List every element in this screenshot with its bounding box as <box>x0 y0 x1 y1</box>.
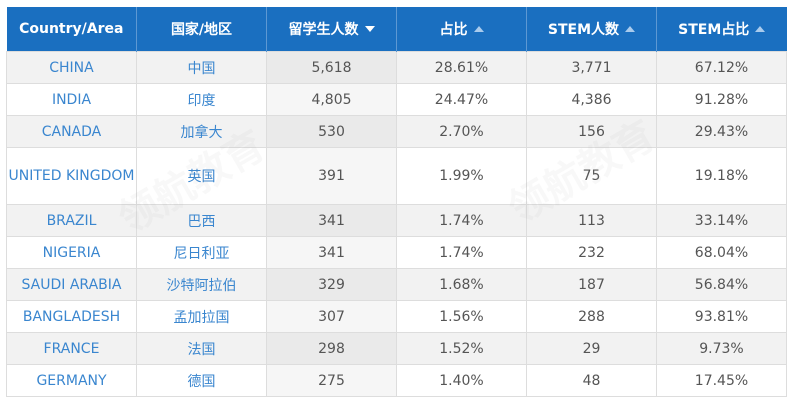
stem-share-cell: 17.45% <box>656 364 787 397</box>
country-cn-cell: 加拿大 <box>136 115 267 148</box>
share-cell: 1.99% <box>396 147 527 205</box>
students-cell: 298 <box>266 332 397 365</box>
country-cn-cell: 中国 <box>136 51 267 84</box>
share-cell: 1.40% <box>396 364 527 397</box>
header-country-cn-label: 国家/地区 <box>170 22 233 38</box>
share-cell: 28.61% <box>396 51 527 84</box>
stem-cell: 4,386 <box>526 83 657 116</box>
stem-share-cell: 68.04% <box>656 236 787 269</box>
students-table: Country/Area 国家/地区 留学生人数 占比 STEM人数 STEM占… <box>6 7 787 397</box>
stem-share-cell: 91.28% <box>656 83 787 116</box>
stem-cell: 75 <box>526 147 657 205</box>
country-cell: CANADA <box>6 115 137 148</box>
students-cell: 391 <box>266 147 397 205</box>
header-stem[interactable]: STEM人数 <box>526 7 657 52</box>
stem-share-cell: 93.81% <box>656 300 787 333</box>
sort-desc-icon[interactable] <box>364 26 375 32</box>
data-table-container: Country/Area 国家/地区 留学生人数 占比 STEM人数 STEM占… <box>0 0 791 408</box>
country-cell: SAUDI ARABIA <box>6 268 137 301</box>
country-cell: GERMANY <box>6 364 137 397</box>
country-cell: INDIA <box>6 83 137 116</box>
country-cell: BRAZIL <box>6 204 137 237</box>
country-cn-cell: 英国 <box>136 147 267 205</box>
header-stem-share-label: STEM占比 <box>678 22 750 38</box>
students-cell: 341 <box>266 204 397 237</box>
header-country-cn[interactable]: 国家/地区 <box>136 7 267 52</box>
stem-cell: 232 <box>526 236 657 269</box>
header-students[interactable]: 留学生人数 <box>266 7 397 52</box>
country-cell: UNITED KINGDOM <box>6 147 137 205</box>
header-stem-share[interactable]: STEM占比 <box>656 7 787 52</box>
students-cell: 275 <box>266 364 397 397</box>
stem-cell: 156 <box>526 115 657 148</box>
table-row: FRANCE 法国 298 1.52% 29 9.73% <box>6 332 787 365</box>
share-cell: 24.47% <box>396 83 527 116</box>
table-row: CANADA 加拿大 530 2.70% 156 29.43% <box>6 115 787 148</box>
country-cn-cell: 法国 <box>136 332 267 365</box>
students-cell: 341 <box>266 236 397 269</box>
stem-share-cell: 67.12% <box>656 51 787 84</box>
share-cell: 1.68% <box>396 268 527 301</box>
country-cn-cell: 沙特阿拉伯 <box>136 268 267 301</box>
sort-asc-icon[interactable] <box>755 26 766 32</box>
country-cn-cell: 尼日利亚 <box>136 236 267 269</box>
share-cell: 1.74% <box>396 204 527 237</box>
country-cn-cell: 孟加拉国 <box>136 300 267 333</box>
students-cell: 530 <box>266 115 397 148</box>
students-cell: 4,805 <box>266 83 397 116</box>
students-cell: 307 <box>266 300 397 333</box>
stem-share-cell: 19.18% <box>656 147 787 205</box>
stem-cell: 113 <box>526 204 657 237</box>
header-country[interactable]: Country/Area <box>6 7 137 52</box>
table-row: BANGLADESH 孟加拉国 307 1.56% 288 93.81% <box>6 300 787 333</box>
header-share[interactable]: 占比 <box>396 7 527 52</box>
stem-cell: 3,771 <box>526 51 657 84</box>
table-header-row: Country/Area 国家/地区 留学生人数 占比 STEM人数 STEM占… <box>6 7 787 52</box>
header-share-label: 占比 <box>439 22 468 38</box>
share-cell: 1.56% <box>396 300 527 333</box>
country-cell: FRANCE <box>6 332 137 365</box>
header-country-label: Country/Area <box>19 21 124 37</box>
header-students-label: 留学生人数 <box>288 22 359 38</box>
table-row: SAUDI ARABIA 沙特阿拉伯 329 1.68% 187 56.84% <box>6 268 787 301</box>
country-cn-cell: 巴西 <box>136 204 267 237</box>
table-row: CHINA 中国 5,618 28.61% 3,771 67.12% <box>6 51 787 84</box>
stem-cell: 29 <box>526 332 657 365</box>
share-cell: 2.70% <box>396 115 527 148</box>
share-cell: 1.52% <box>396 332 527 365</box>
share-cell: 1.74% <box>396 236 527 269</box>
country-cn-cell: 印度 <box>136 83 267 116</box>
table-row: BRAZIL 巴西 341 1.74% 113 33.14% <box>6 204 787 237</box>
stem-share-cell: 56.84% <box>656 268 787 301</box>
table-row: INDIA 印度 4,805 24.47% 4,386 91.28% <box>6 83 787 116</box>
country-cell: BANGLADESH <box>6 300 137 333</box>
table-row: GERMANY 德国 275 1.40% 48 17.45% <box>6 364 787 397</box>
stem-cell: 48 <box>526 364 657 397</box>
country-cn-cell: 德国 <box>136 364 267 397</box>
country-cell: NIGERIA <box>6 236 137 269</box>
stem-cell: 187 <box>526 268 657 301</box>
stem-share-cell: 33.14% <box>656 204 787 237</box>
header-stem-label: STEM人数 <box>547 22 620 38</box>
country-cell: CHINA <box>6 51 137 84</box>
students-cell: 5,618 <box>266 51 397 84</box>
stem-cell: 288 <box>526 300 657 333</box>
table-row: UNITED KINGDOM 英国 391 1.99% 75 19.18% <box>6 147 787 205</box>
stem-share-cell: 9.73% <box>656 332 787 365</box>
table-row: NIGERIA 尼日利亚 341 1.74% 232 68.04% <box>6 236 787 269</box>
stem-share-cell: 29.43% <box>656 115 787 148</box>
students-cell: 329 <box>266 268 397 301</box>
sort-asc-icon[interactable] <box>625 26 636 32</box>
sort-asc-icon[interactable] <box>473 26 484 32</box>
